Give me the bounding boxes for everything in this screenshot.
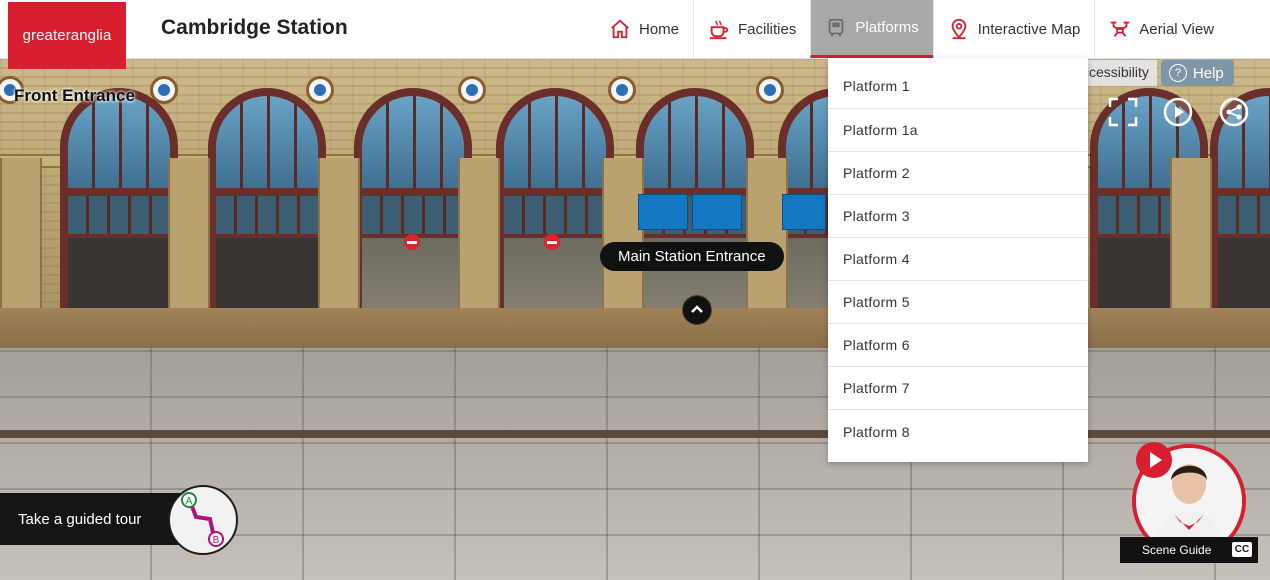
train-icon [829,18,844,37]
main-nav: Home Facilities Platforms Interactive Ma… [595,0,1228,58]
platform-menu-item[interactable]: Platform 1a [828,109,1088,152]
arched-window [208,88,326,338]
coffee-cup-icon [709,20,729,40]
svg-text:B: B [213,535,220,546]
autoplay-icon[interactable] [1162,96,1194,128]
arched-doorway [496,88,614,338]
no-entry-sign [404,234,420,250]
scene-location-label: Front Entrance [14,86,135,105]
closed-captions-button[interactable]: CC [1232,542,1252,557]
nav-platforms-label: Platforms [855,19,919,36]
platform-menu-item[interactable]: Platform 8 [828,410,1088,453]
info-sign [782,194,826,230]
platform-menu-item[interactable]: Platform 3 [828,195,1088,238]
nav-aerial-view-label: Aerial View [1139,20,1215,38]
nav-platforms[interactable]: Platforms [810,0,933,58]
info-sign [638,194,688,230]
svg-text:A: A [186,496,193,507]
nav-facilities-label: Facilities [738,20,797,38]
platform-menu-item[interactable]: Platform 5 [828,281,1088,324]
platform-menu-item[interactable]: Platform 4 [828,238,1088,281]
map-pin-icon [951,18,967,40]
greateranglia-logo[interactable]: greateranglia [8,2,126,69]
hotspot-chevron-up-icon[interactable] [682,295,712,325]
route-map-icon[interactable]: A B [168,485,238,555]
top-header: greateranglia Cambridge Station Home Fac… [0,0,1270,69]
crest-medallion [756,76,784,104]
crest-medallion [306,76,334,104]
no-entry-sign [544,234,560,250]
guided-tour-label: Take a guided tour [18,510,142,528]
help-label: Help [1192,64,1224,82]
platforms-dropdown: Platform 1 Platform 1a Platform 2 Platfo… [828,58,1088,462]
page-title: Cambridge Station [161,16,348,39]
platform-menu-item[interactable]: Platform 6 [828,324,1088,367]
nav-interactive-map[interactable]: Interactive Map [932,0,1095,58]
help-button[interactable]: ? Help [1160,60,1234,86]
crest-medallion [608,76,636,104]
drone-icon [1111,21,1130,37]
home-icon [611,19,629,39]
play-button[interactable] [1136,442,1172,478]
utility-bar: ccessibility ? Help [1076,60,1234,86]
nav-interactive-map-label: Interactive Map [977,20,1081,38]
nav-home[interactable]: Home [595,0,693,58]
platform-menu-item[interactable]: Platform 7 [828,367,1088,410]
question-icon: ? [1168,64,1187,82]
nav-facilities[interactable]: Facilities [693,0,810,58]
nav-home-label: Home [639,20,680,38]
fullscreen-icon[interactable] [1107,96,1139,128]
arched-doorway [354,88,472,338]
scene-guide-bar[interactable]: Scene Guide CC [1120,537,1258,563]
accessibility-button[interactable]: ccessibility [1076,60,1157,86]
platform-menu-item[interactable]: Platform 1 [828,58,1088,109]
info-sign [692,194,742,230]
arched-window [60,88,178,338]
share-icon[interactable] [1218,96,1250,128]
crest-medallion [458,76,486,104]
hotspot-tooltip: Main Station Entrance [600,242,784,271]
platform-menu-item[interactable]: Platform 2 [828,152,1088,195]
scene-guide-label: Scene Guide [1142,543,1212,557]
nav-aerial-view[interactable]: Aerial View [1094,0,1228,58]
